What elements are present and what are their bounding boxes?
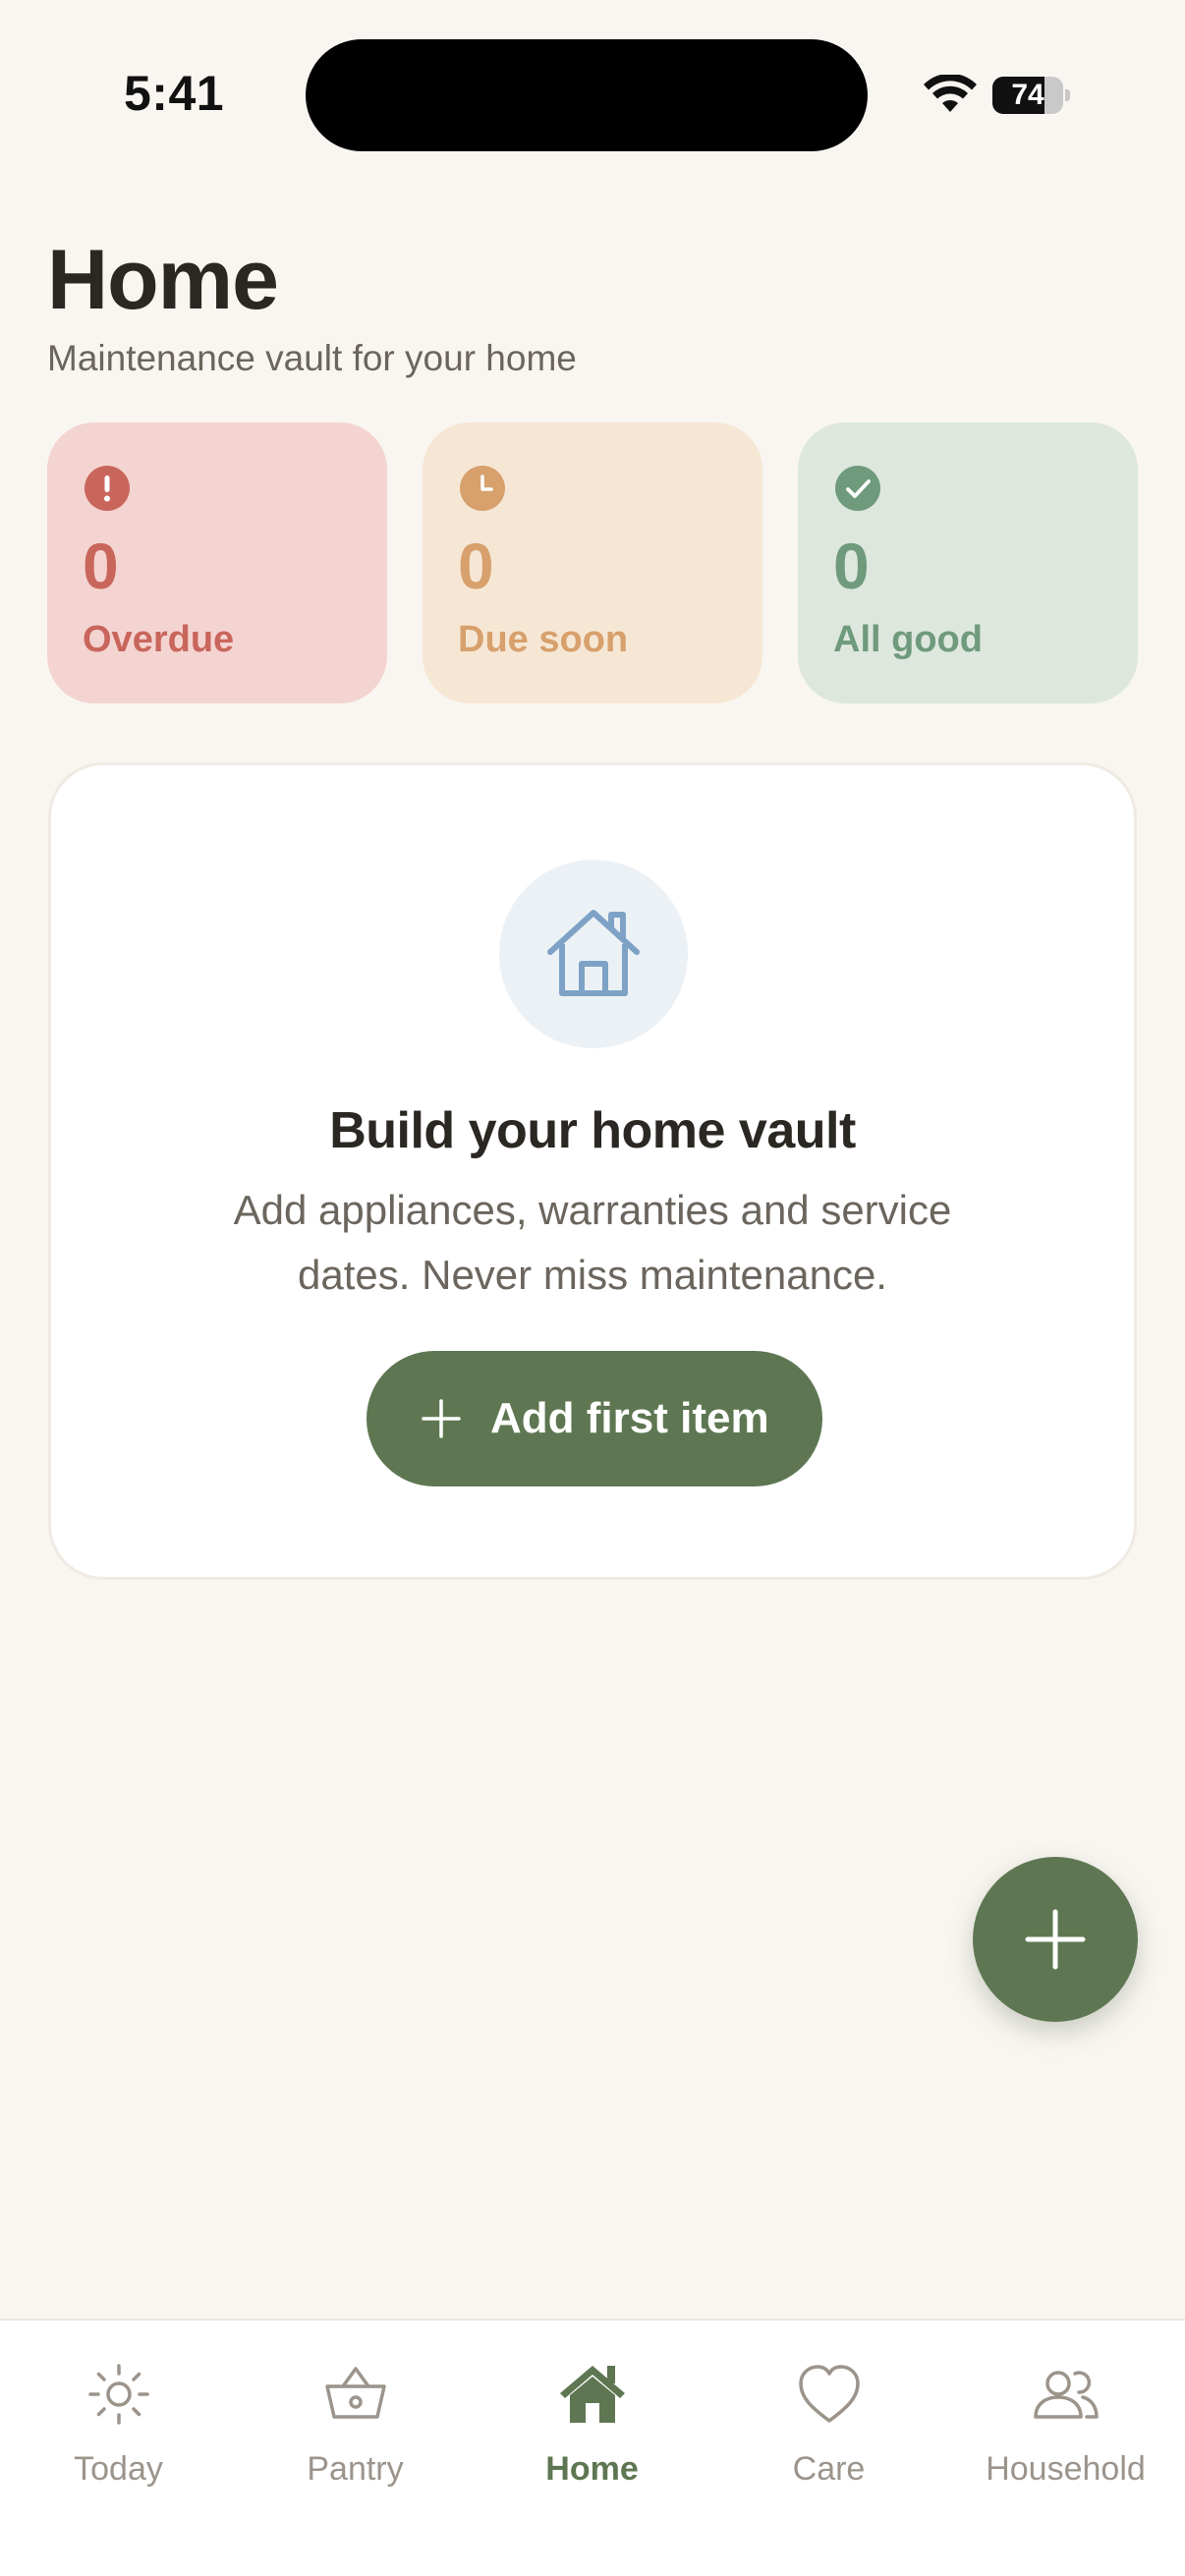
battery-percent: 74 [1011, 79, 1044, 111]
tab-bar: Today Pantry Home Care Household [0, 2319, 1185, 2576]
empty-state-card: Build your home vault Add appliances, wa… [48, 762, 1137, 1580]
battery-cap [1065, 89, 1070, 101]
tab-home[interactable]: Home [474, 2360, 710, 2507]
add-first-item-label: Add first item [490, 1394, 769, 1442]
page-subtitle: Maintenance vault for your home [47, 338, 577, 378]
empty-state-description: Add appliances, warranties and service d… [233, 1187, 952, 1298]
overdue-count: 0 [83, 530, 119, 602]
tab-care[interactable]: Care [710, 2360, 947, 2507]
house-filled-icon [560, 2366, 625, 2423]
plus-icon [1025, 1909, 1086, 1970]
tab-household-label: Household [986, 2450, 1146, 2488]
overdue-stat-card[interactable]: 0 Overdue [47, 422, 387, 703]
empty-state-title: Build your home vault [329, 1102, 856, 1159]
status-time: 5:41 [124, 66, 225, 121]
plus-icon [422, 1399, 461, 1438]
alert-icon [85, 466, 130, 511]
due-soon-count: 0 [458, 530, 494, 602]
add-item-fab[interactable] [973, 1857, 1138, 2022]
wifi-icon [924, 75, 977, 112]
add-first-item-button[interactable]: Add first item [367, 1351, 822, 1486]
battery-icon: 74 [992, 77, 1070, 114]
people-icon [1034, 2371, 1099, 2419]
house-icon [547, 910, 640, 996]
tab-care-label: Care [792, 2450, 866, 2488]
all-good-count: 0 [833, 530, 870, 602]
overdue-label: Overdue [83, 619, 235, 660]
clock-icon [460, 466, 505, 511]
heart-icon [799, 2365, 860, 2423]
status-bar: 5:41 74 [0, 0, 1185, 157]
tab-pantry-label: Pantry [307, 2450, 404, 2488]
tab-today[interactable]: Today [0, 2360, 237, 2507]
page-title: Home [47, 233, 279, 327]
due-soon-stat-card[interactable]: 0 Due soon [423, 422, 762, 703]
battery-body: 74 [992, 77, 1063, 114]
empty-state-icon-circle [499, 860, 688, 1048]
tab-household[interactable]: Household [947, 2360, 1184, 2507]
due-soon-label: Due soon [458, 619, 629, 660]
tab-today-label: Today [74, 2450, 163, 2488]
all-good-label: All good [833, 619, 983, 660]
sun-icon [88, 2364, 149, 2425]
check-icon [835, 466, 880, 511]
tab-home-label: Home [545, 2450, 639, 2488]
app-screen: 5:41 74 Home Maintenance vault for your … [0, 0, 1185, 2576]
dynamic-island [306, 39, 868, 151]
basket-icon [325, 2367, 386, 2419]
all-good-stat-card[interactable]: 0 All good [798, 422, 1138, 703]
tab-pantry[interactable]: Pantry [237, 2360, 474, 2507]
